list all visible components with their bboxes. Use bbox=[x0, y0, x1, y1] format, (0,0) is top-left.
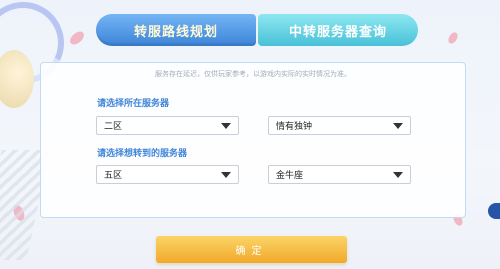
notice-text: 服务存在延迟，仅供玩家参考，以游戏内实际的实时情况为准。 bbox=[155, 70, 351, 78]
decorative-pearl bbox=[0, 50, 34, 108]
chevron-down-icon bbox=[221, 123, 231, 129]
tab-route-planning[interactable]: 转服路线规划 bbox=[96, 14, 256, 46]
tab-transfer-server-query[interactable]: 中转服务器查询 bbox=[258, 14, 418, 46]
tab-bar: 转服路线规划 中转服务器查询 bbox=[96, 14, 418, 46]
route-planning-panel: 服务存在延迟，仅供玩家参考，以游戏内实际的实时情况为准。 请选择所在服务器 二区… bbox=[40, 62, 466, 218]
current-region-select[interactable]: 二区 bbox=[96, 116, 239, 135]
chevron-down-icon bbox=[393, 123, 403, 129]
target-server-label: 请选择想转到的服务器 bbox=[97, 149, 188, 159]
decorative-petal bbox=[68, 28, 86, 48]
confirm-button[interactable]: 确定 bbox=[156, 236, 347, 263]
chevron-down-icon bbox=[393, 172, 403, 178]
decorative-blue-tab bbox=[488, 203, 500, 219]
decorative-petal bbox=[447, 30, 459, 46]
current-server-select[interactable]: 情有独钟 bbox=[268, 116, 411, 135]
target-region-select[interactable]: 五区 bbox=[96, 165, 239, 184]
target-server-value: 金牛座 bbox=[276, 171, 304, 181]
chevron-down-icon bbox=[221, 172, 231, 178]
target-region-value: 五区 bbox=[104, 171, 123, 181]
current-region-value: 二区 bbox=[104, 122, 123, 132]
current-server-value: 情有独钟 bbox=[276, 122, 313, 132]
target-server-select[interactable]: 金牛座 bbox=[268, 165, 411, 184]
current-server-label: 请选择所在服务器 bbox=[97, 99, 170, 109]
